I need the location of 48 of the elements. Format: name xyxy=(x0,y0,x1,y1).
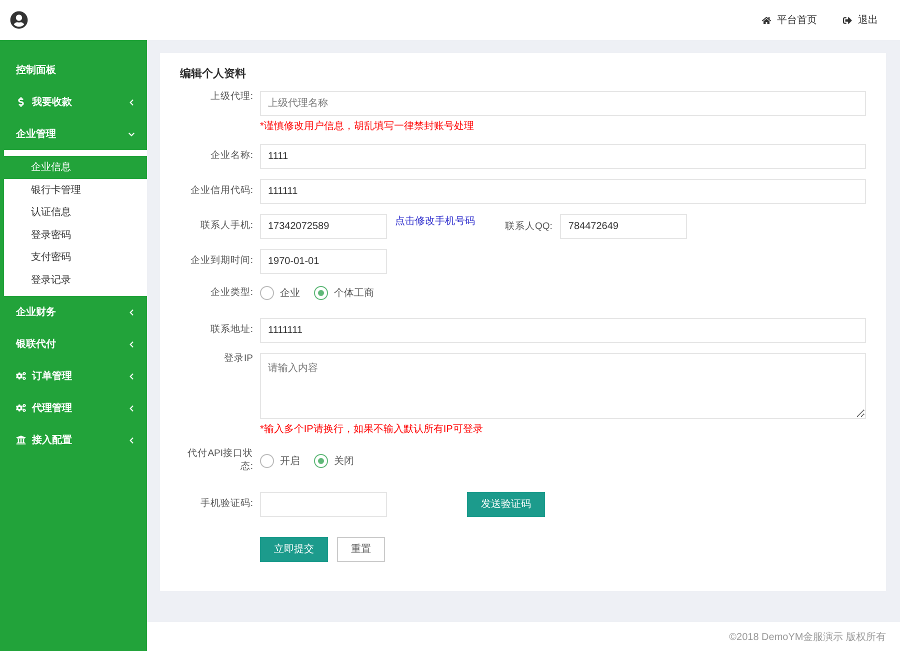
header-link[interactable]: 退出 xyxy=(843,13,878,27)
home-icon xyxy=(762,16,771,24)
phone-field[interactable]: 17342072589 xyxy=(260,214,387,239)
header-link[interactable]: 平台首页 xyxy=(762,13,817,27)
avatar-icon[interactable] xyxy=(10,11,28,29)
submenu-item[interactable]: 银行卡管理 xyxy=(4,178,147,201)
cogs-icon xyxy=(16,371,26,381)
ip-textarea[interactable]: 请输入内容 xyxy=(260,353,866,419)
radio-icon[interactable] xyxy=(260,286,274,300)
submenu-item[interactable]: 登录密码 xyxy=(4,224,147,246)
radio-icon[interactable] xyxy=(314,286,328,300)
field-label: 企业名称: xyxy=(209,150,253,163)
radio-option[interactable]: 开启 xyxy=(260,454,300,468)
submenu-item[interactable]: 登录记录 xyxy=(4,268,147,291)
dollar-icon xyxy=(16,97,26,107)
field-label: 上级代理: xyxy=(209,91,253,104)
radio-option[interactable]: 关闭 xyxy=(314,454,354,468)
reset-button[interactable]: 重置 xyxy=(337,536,385,562)
text-field[interactable]: 上级代理名称 xyxy=(260,91,866,116)
submenu-item[interactable]: 支付密码 xyxy=(4,246,147,268)
bank-icon xyxy=(16,435,26,445)
field-label: 企业到期时间: xyxy=(189,255,253,268)
change-phone-link[interactable]: 点击修改手机号码 xyxy=(395,214,475,228)
qq-field[interactable]: 784472649 xyxy=(560,214,688,239)
submenu-item[interactable]: 认证信息 xyxy=(4,201,147,224)
exit-icon xyxy=(843,16,852,24)
warning-text: *谨慎修改用户信息，胡乱填写一律禁封账号处理 xyxy=(260,120,475,133)
text-field[interactable]: 111111 xyxy=(260,179,866,204)
warning-text: *输入多个IP请换行，如果不输入默认所有IP可登录 xyxy=(260,422,484,436)
form-title: 编辑个人资料 xyxy=(180,66,247,81)
field-label: 联系人QQ: xyxy=(505,220,552,233)
field-label: 联系人手机: xyxy=(199,220,253,233)
cogs-icon xyxy=(16,403,26,413)
radio-icon[interactable] xyxy=(260,454,274,468)
field-label: 联系地址: xyxy=(209,324,253,337)
code-field[interactable] xyxy=(260,492,387,517)
field-label: 企业信用代码: xyxy=(189,185,253,198)
field-label: 手机验证码: xyxy=(199,498,253,511)
radio-icon[interactable] xyxy=(314,454,328,468)
text-field[interactable]: 1970-01-01 xyxy=(260,249,387,274)
field-label: 登录IP xyxy=(223,353,253,366)
text-field[interactable]: 1111111 xyxy=(260,318,866,343)
field-label: 代付API接口状态: xyxy=(186,448,253,474)
field-label: 企业类型: xyxy=(209,286,253,300)
radio-option[interactable]: 个体工商 xyxy=(314,286,374,300)
text-field[interactable]: 1111 xyxy=(260,144,866,169)
copyright-text: ©2018 DemoYM金服演示 版权所有 xyxy=(729,630,886,644)
radio-option[interactable]: 企业 xyxy=(260,286,300,300)
